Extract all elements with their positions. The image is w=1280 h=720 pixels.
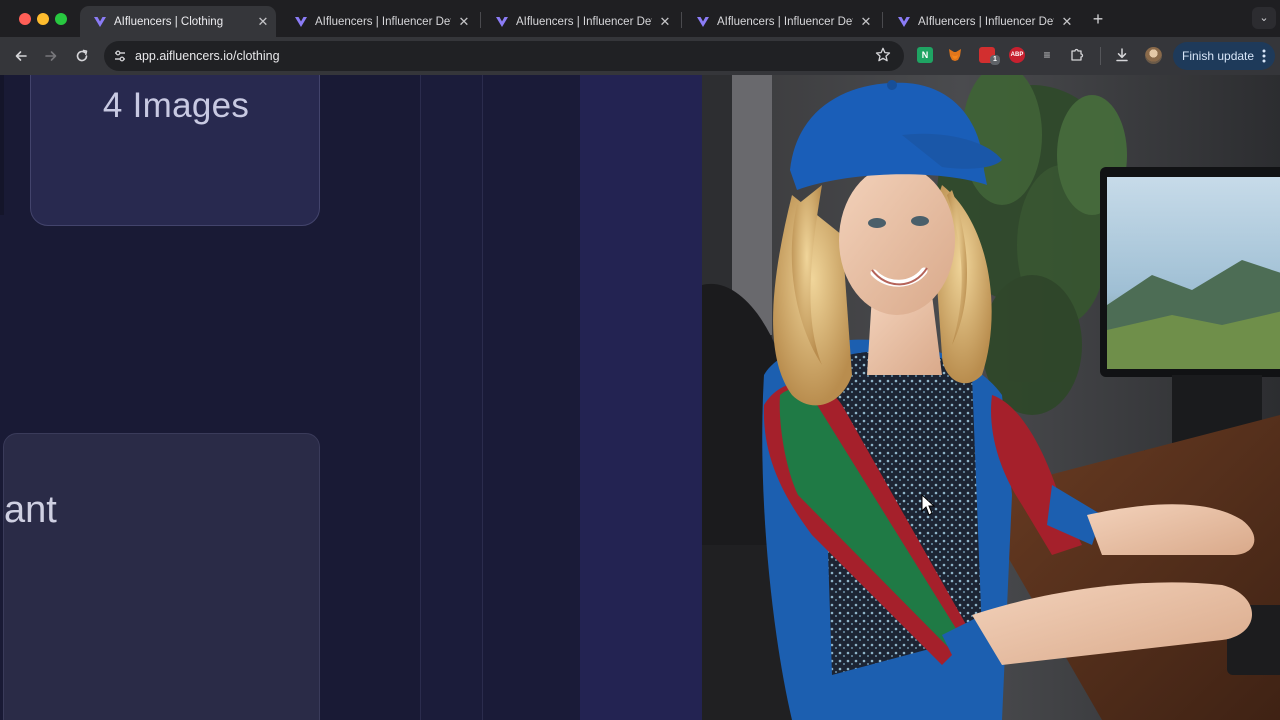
aifluencers-favicon-icon bbox=[898, 16, 910, 27]
aifluencers-favicon-icon bbox=[295, 16, 307, 27]
finish-update-label: Finish update bbox=[1182, 49, 1255, 63]
column-edge bbox=[0, 75, 4, 215]
tab-close-icon[interactable]: ✕ bbox=[656, 13, 674, 31]
new-tab-button[interactable]: + bbox=[1087, 8, 1109, 30]
option-card-label: ant bbox=[4, 489, 57, 531]
images-count-card[interactable]: 4 Images bbox=[30, 75, 320, 226]
tab-close-icon[interactable]: ✕ bbox=[1058, 13, 1076, 31]
reload-icon bbox=[76, 49, 88, 62]
url-text[interactable]: app.aifluencers.io/clothing bbox=[135, 49, 280, 63]
content-column-divider bbox=[482, 75, 580, 720]
tab-title: AIfluencers | Clothing bbox=[114, 15, 224, 28]
kebab-menu-icon[interactable] bbox=[1262, 49, 1266, 63]
tab-separator bbox=[882, 12, 883, 28]
tab-influencer-detail-2[interactable]: AIfluencers | Influencer Detail ✕ bbox=[482, 6, 678, 37]
window-close-button[interactable] bbox=[19, 13, 31, 25]
images-count-label: 4 Images bbox=[102, 86, 250, 125]
metamask-fox-icon[interactable] bbox=[947, 47, 963, 63]
adblock-plus-icon[interactable]: ABP bbox=[1009, 47, 1025, 63]
aifluencers-favicon-icon bbox=[94, 16, 106, 27]
profile-avatar[interactable] bbox=[1145, 47, 1162, 64]
list-extension-icon[interactable]: ≡ bbox=[1039, 47, 1055, 63]
content-side-panel bbox=[580, 75, 702, 720]
window-zoom-button[interactable] bbox=[55, 13, 67, 25]
finish-update-button[interactable]: Finish update bbox=[1173, 42, 1275, 70]
n-extension-icon[interactable]: N bbox=[917, 47, 933, 63]
tab-clothing[interactable]: AIfluencers | Clothing ✕ bbox=[80, 6, 276, 37]
extensions-puzzle-icon[interactable] bbox=[1069, 47, 1085, 63]
tab-influencer-detail-4[interactable]: AIfluencers | Influencer Detail ✕ bbox=[884, 6, 1080, 37]
content-column-divider bbox=[420, 75, 482, 720]
tab-close-icon[interactable]: ✕ bbox=[254, 13, 272, 31]
tab-title: AIfluencers | Influencer Detail bbox=[717, 15, 853, 28]
bookmark-star-icon[interactable] bbox=[874, 46, 892, 64]
tab-separator bbox=[681, 12, 682, 28]
aifluencers-favicon-icon bbox=[697, 16, 709, 27]
download-icon[interactable] bbox=[1114, 47, 1130, 63]
forward-button[interactable] bbox=[39, 44, 63, 68]
tab-title: AIfluencers | Influencer Detail bbox=[315, 15, 451, 28]
tab-influencer-detail-1[interactable]: AIfluencers | Influencer Detail ✕ bbox=[281, 6, 477, 37]
reload-button[interactable] bbox=[70, 44, 94, 68]
tab-search-chevron-icon[interactable]: ⌄ bbox=[1252, 7, 1276, 29]
tab-influencer-detail-3[interactable]: AIfluencers | Influencer Detail ✕ bbox=[683, 6, 879, 37]
extension-badge: 1 bbox=[990, 55, 1000, 65]
arrow-right-icon bbox=[45, 51, 57, 61]
window-minimize-button[interactable] bbox=[37, 13, 49, 25]
aifluencers-favicon-icon bbox=[496, 16, 508, 27]
tab-separator bbox=[480, 12, 481, 28]
address-bar[interactable]: app.aifluencers.io/clothing bbox=[104, 41, 904, 71]
page-viewport: 4 Images ant bbox=[0, 75, 1280, 720]
tab-close-icon[interactable]: ✕ bbox=[455, 13, 473, 31]
tab-title: AIfluencers | Influencer Detail bbox=[516, 15, 652, 28]
toolbar-separator bbox=[1100, 47, 1101, 65]
influencer-photo-illustration bbox=[702, 75, 1280, 720]
tab-title: AIfluencers | Influencer Detail bbox=[918, 15, 1054, 28]
browser-toolbar: app.aifluencers.io/clothing N 1 ABP ≡ Fi… bbox=[0, 37, 1280, 75]
tab-close-icon[interactable]: ✕ bbox=[857, 13, 875, 31]
tab-strip: AIfluencers | Clothing ✕ AIfluencers | I… bbox=[0, 0, 1280, 37]
influencer-photo bbox=[702, 75, 1280, 720]
site-settings-icon[interactable] bbox=[112, 48, 128, 64]
option-card[interactable]: ant bbox=[3, 433, 320, 720]
red-extension-icon[interactable]: 1 bbox=[979, 47, 1000, 65]
arrow-left-icon bbox=[15, 51, 27, 61]
back-button[interactable] bbox=[9, 44, 33, 68]
